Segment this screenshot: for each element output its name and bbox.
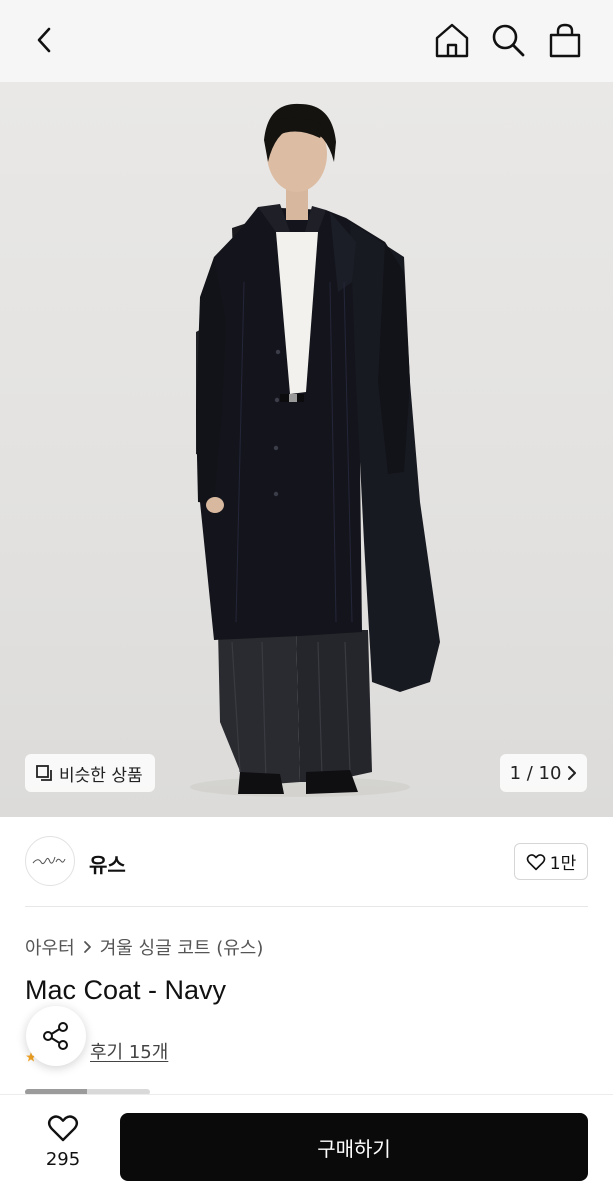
chevron-right-icon xyxy=(568,766,577,780)
home-icon xyxy=(435,23,469,58)
brand-name[interactable]: 유스 xyxy=(89,849,126,878)
like-count: 295 xyxy=(45,1149,81,1170)
brand-row: 유스 1만 xyxy=(25,836,588,888)
reviews-link[interactable]: 후기 15개 xyxy=(90,1038,168,1064)
buy-button[interactable]: 구매하기 xyxy=(120,1113,588,1181)
top-nav-bar xyxy=(0,0,613,82)
share-button[interactable] xyxy=(26,1006,86,1066)
shopping-bag-icon xyxy=(549,23,581,58)
heart-outline-icon xyxy=(47,1115,79,1142)
brand-favorite-count: 1만 xyxy=(549,854,577,874)
search-button[interactable] xyxy=(488,20,528,60)
product-title: Mac Coat - Navy xyxy=(25,975,227,1005)
pager-text: 1 / 10 xyxy=(509,762,562,784)
similar-products-label: 비슷한 상품 xyxy=(59,765,143,786)
product-image-gallery[interactable]: 비슷한 상품 1 / 10 xyxy=(0,82,613,817)
product-photo xyxy=(190,103,440,797)
brand-logo[interactable] xyxy=(25,836,75,886)
chevron-right-icon xyxy=(83,941,91,953)
image-pager[interactable]: 1 / 10 xyxy=(500,754,587,792)
share-icon xyxy=(43,1022,68,1050)
search-icon xyxy=(492,24,525,57)
brand-logo-signature xyxy=(32,856,66,865)
bottom-action-bar: 295 구매하기 xyxy=(0,1094,613,1200)
home-button[interactable] xyxy=(432,20,472,60)
back-button[interactable] xyxy=(24,20,64,60)
shopping-bag-button[interactable] xyxy=(545,20,585,60)
category-breadcrumb: 아우터 겨울 싱글 코트 (유스) xyxy=(25,934,263,960)
chevron-left-icon xyxy=(37,27,51,53)
heart-outline-icon xyxy=(526,853,546,870)
copy-squares-icon xyxy=(36,765,52,781)
brand-favorite-button[interactable]: 1만 xyxy=(514,843,588,880)
breadcrumb-item[interactable]: 아우터 xyxy=(25,934,75,960)
like-button[interactable]: 295 xyxy=(30,1113,96,1183)
similar-products-button[interactable]: 비슷한 상품 xyxy=(25,754,155,792)
breadcrumb-item[interactable]: 겨울 싱글 코트 (유스) xyxy=(100,934,264,960)
section-divider xyxy=(25,906,588,907)
